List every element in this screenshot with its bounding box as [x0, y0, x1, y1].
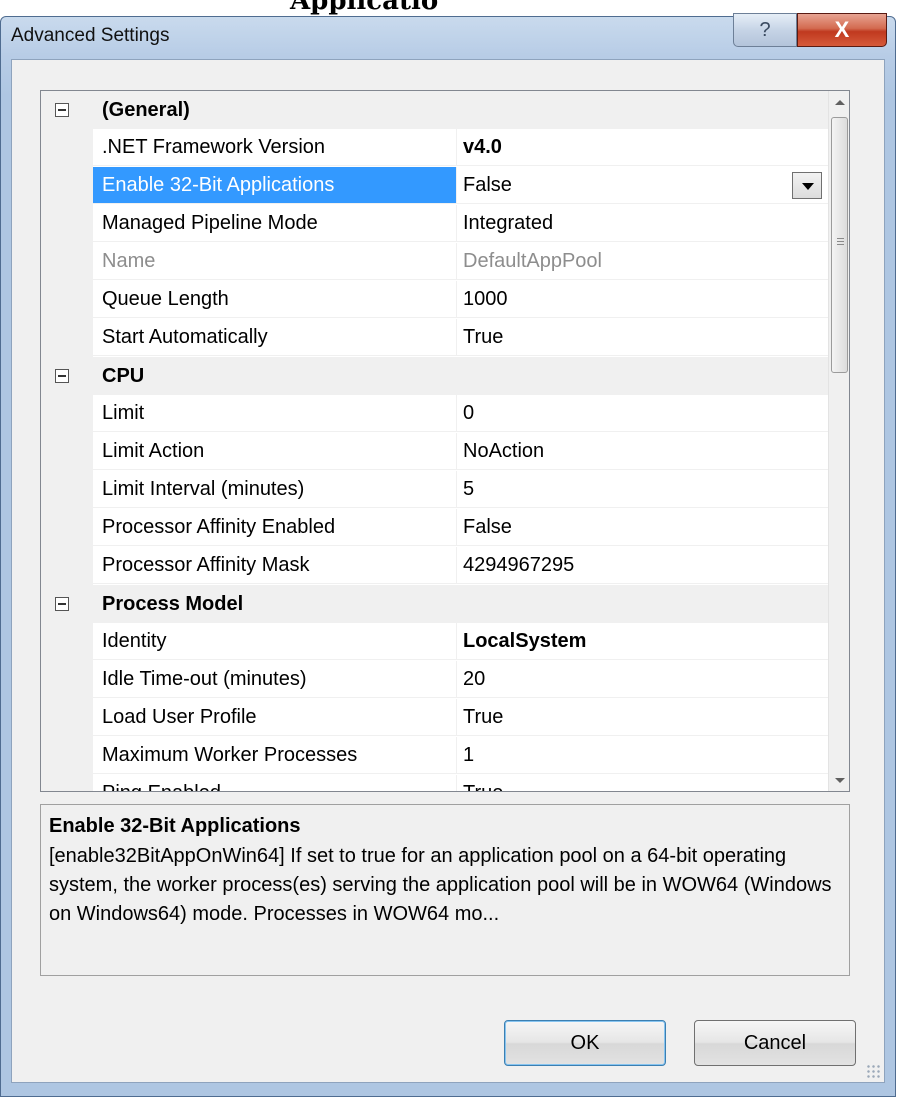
property-value: DefaultAppPool	[457, 243, 828, 280]
property-value[interactable]: 5	[457, 471, 828, 508]
property-name: Limit	[93, 395, 457, 432]
property-value[interactable]: LocalSystem	[457, 623, 828, 660]
window-title: Advanced Settings	[11, 25, 170, 46]
close-button[interactable]: X	[797, 13, 887, 47]
property-grid: (General) .NET Framework Version v4.0 Enabl…	[40, 90, 850, 792]
category-label: (General)	[102, 99, 190, 121]
property-name: Limit Interval (minutes)	[93, 471, 457, 508]
category-row[interactable]: CPU	[41, 357, 828, 395]
category-label: CPU	[102, 365, 145, 387]
description-text: [enable32BitAppOnWin64] If set to true f…	[49, 845, 832, 925]
scroll-grip-icon	[837, 238, 844, 247]
property-value[interactable]: NoAction	[457, 433, 828, 470]
property-row[interactable]: Limit 0	[41, 395, 828, 433]
property-value[interactable]: True	[457, 775, 828, 791]
property-row[interactable]: Limit Interval (minutes) 5	[41, 471, 828, 509]
property-name: Load User Profile	[93, 699, 457, 736]
property-name: Start Automatically	[93, 319, 457, 356]
property-value[interactable]: Integrated	[457, 205, 828, 242]
property-name: Enable 32-Bit Applications	[93, 167, 457, 204]
property-name: Queue Length	[93, 281, 457, 318]
property-row[interactable]: Queue Length 1000	[41, 281, 828, 319]
vertical-scrollbar[interactable]	[828, 91, 849, 791]
property-row[interactable]: Idle Time-out (minutes) 20	[41, 661, 828, 699]
property-row[interactable]: Ping EnabledTrue	[41, 775, 828, 791]
property-name: Maximum Worker Processes	[93, 737, 457, 774]
dialog-client-area: (General) .NET Framework Version v4.0 Enabl…	[11, 59, 885, 1083]
property-value[interactable]: True	[457, 319, 828, 356]
property-name: Processor Affinity Mask	[93, 547, 457, 584]
property-value[interactable]: True	[457, 699, 828, 736]
property-value[interactable]: v4.0	[457, 129, 828, 166]
property-row[interactable]: Load User Profile True	[41, 699, 828, 737]
property-row[interactable]: Start Automatically True	[41, 319, 828, 357]
property-row[interactable]: Maximum Worker Processes 1	[41, 737, 828, 775]
property-row[interactable]: Processor Affinity Mask 4294967295	[41, 547, 828, 585]
description-title: Enable 32-Bit Applications	[49, 815, 301, 837]
property-name: Managed Pipeline Mode	[93, 205, 457, 242]
background-title: Applicatio	[290, 0, 439, 16]
property-row[interactable]: Name DefaultAppPool	[41, 243, 828, 281]
dropdown-arrow-icon[interactable]	[792, 172, 822, 199]
property-name: Ping Enabled	[93, 775, 457, 791]
category-label: Process Model	[102, 593, 244, 615]
property-name: Idle Time-out (minutes)	[93, 661, 457, 698]
cancel-button[interactable]: Cancel	[694, 1020, 856, 1066]
scroll-down-arrow-icon[interactable]	[829, 769, 849, 791]
property-name: Identity	[93, 623, 457, 660]
property-value[interactable]: 1	[457, 737, 828, 774]
resize-grip-icon[interactable]	[866, 1064, 880, 1078]
property-name: Name	[93, 243, 457, 280]
collapse-minus-icon[interactable]	[55, 103, 69, 117]
title-bar[interactable]: Advanced Settings ? X	[1, 13, 895, 57]
description-panel: Enable 32-Bit Applications [enable32BitA…	[40, 804, 850, 976]
property-value[interactable]: 1000	[457, 281, 828, 318]
ok-button[interactable]: OK	[504, 1020, 666, 1066]
property-value[interactable]: False	[457, 509, 828, 546]
category-row[interactable]: Process Model	[41, 585, 828, 623]
advanced-settings-dialog: Advanced Settings ? X (General) .NET Fram…	[0, 13, 896, 1097]
property-value[interactable]: 0	[457, 395, 828, 432]
property-row[interactable]: Enable 32-Bit Applications False	[41, 167, 828, 205]
property-row[interactable]: Identity LocalSystem	[41, 623, 828, 661]
property-name: Limit Action	[93, 433, 457, 470]
collapse-minus-icon[interactable]	[55, 597, 69, 611]
property-row[interactable]: .NET Framework Version v4.0	[41, 129, 828, 167]
scrollbar-thumb[interactable]	[831, 117, 848, 373]
property-value[interactable]: 4294967295	[457, 547, 828, 584]
scroll-up-arrow-icon[interactable]	[829, 91, 849, 113]
category-row[interactable]: (General)	[41, 91, 828, 129]
collapse-minus-icon[interactable]	[55, 369, 69, 383]
help-button[interactable]: ?	[733, 13, 797, 47]
property-row[interactable]: Limit Action NoAction	[41, 433, 828, 471]
property-name: Processor Affinity Enabled	[93, 509, 457, 546]
property-value[interactable]: False	[457, 167, 828, 204]
property-name: .NET Framework Version	[93, 129, 457, 166]
property-row[interactable]: Processor Affinity Enabled False	[41, 509, 828, 547]
property-row[interactable]: Managed Pipeline Mode Integrated	[41, 205, 828, 243]
property-value[interactable]: 20	[457, 661, 828, 698]
